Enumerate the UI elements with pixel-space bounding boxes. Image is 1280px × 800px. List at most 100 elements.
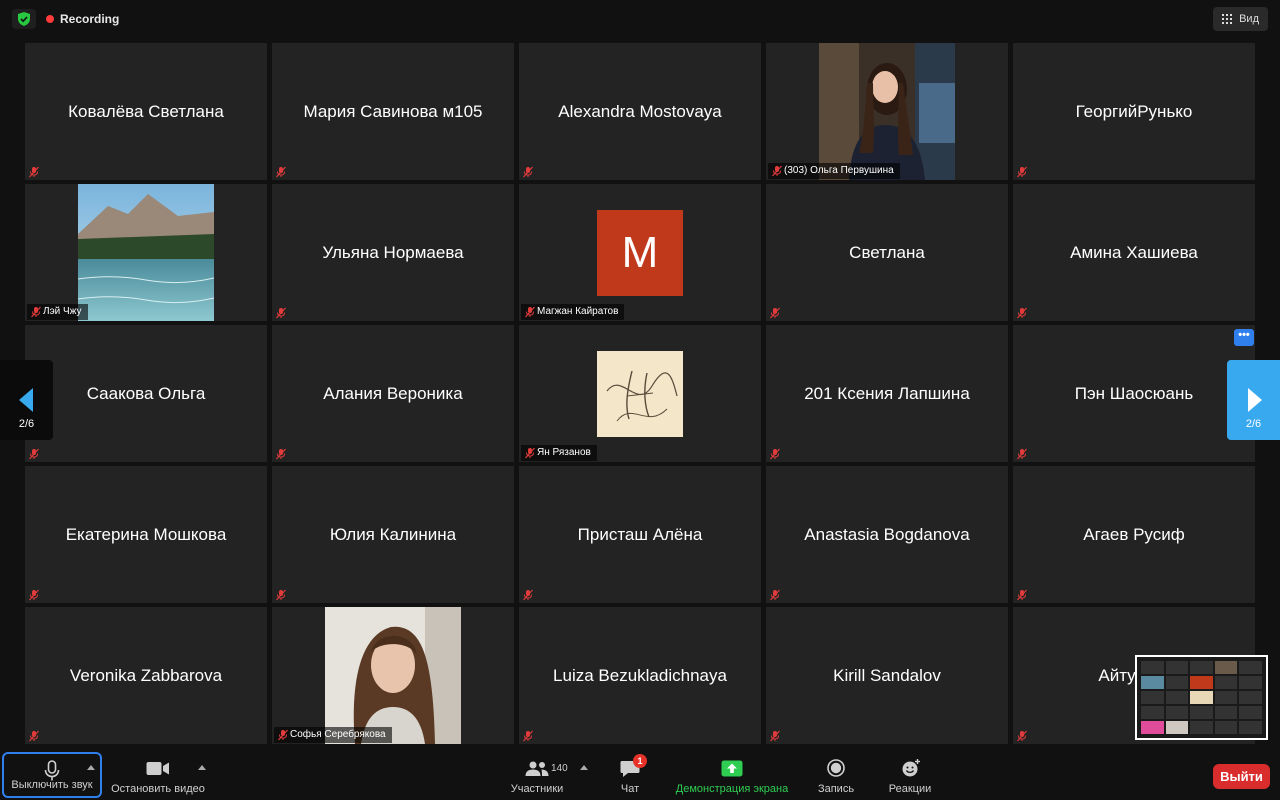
muted-mic-icon [522, 588, 534, 601]
thumbnail-tile [1141, 691, 1164, 704]
participants-options-chevron-up-icon[interactable] [580, 765, 588, 770]
thumbnail-tile [1239, 676, 1262, 689]
participant-tile[interactable]: Ян Рязанов [519, 325, 761, 462]
share-screen-label: Демонстрация экрана [675, 783, 789, 795]
leave-meeting-button[interactable]: Выйти [1213, 764, 1270, 789]
thumbnail-tile [1165, 721, 1189, 734]
participant-tile[interactable]: Veronika Zabbarova [25, 607, 267, 744]
participant-name: Светлана [849, 242, 925, 262]
thumbnail-tile [1165, 661, 1189, 674]
record-button[interactable]: Запись [808, 752, 864, 800]
participants-button[interactable]: Участники [503, 752, 571, 800]
thumbnail-tile [1190, 676, 1213, 689]
previous-page-button[interactable]: 2/6 [0, 360, 53, 440]
muted-mic-icon [30, 306, 42, 318]
participant-name: Ульяна Нормаева [322, 242, 464, 262]
participant-name: Лэй Чжу [43, 306, 82, 317]
participant-tile[interactable]: Амина Хашиева [1013, 184, 1255, 321]
share-screen-button[interactable]: Демонстрация экрана [668, 752, 796, 800]
participants-icon [525, 761, 549, 776]
participant-tile[interactable]: Мария Савинова м105 [272, 43, 514, 180]
participant-name-label: Магжан Кайратов [521, 304, 625, 320]
chat-label: Чат [620, 783, 640, 795]
muted-mic-icon [769, 447, 781, 460]
view-label: Вид [1239, 13, 1259, 25]
participant-tile[interactable]: Алания Вероника [272, 325, 514, 462]
participant-name-label: Лэй Чжу [27, 304, 88, 320]
participant-name: Veronika Zabbarova [69, 665, 223, 685]
view-button[interactable]: Вид [1213, 7, 1268, 31]
participant-name: (303) Ольга Первушина [784, 165, 894, 176]
reactions-button[interactable]: Реакции [880, 752, 940, 800]
participant-tile[interactable]: Екатерина Мошкова [25, 466, 267, 603]
gallery-thumbnail[interactable] [1135, 655, 1268, 740]
participant-name: Агаев Русиф [1083, 524, 1185, 544]
microphone-icon [44, 760, 60, 781]
participant-name: 201 Ксения Лапшина [804, 383, 970, 403]
participant-tile[interactable]: Лэй Чжу [25, 184, 267, 321]
video-options-chevron-up-icon[interactable] [198, 765, 206, 770]
participant-tile[interactable]: Юлия Калинина [272, 466, 514, 603]
participant-tile[interactable]: M Магжан Кайратов [519, 184, 761, 321]
recording-dot-icon [46, 15, 54, 23]
audio-options-chevron-up-icon[interactable] [87, 765, 95, 770]
participant-tile[interactable]: Ульяна Нормаева [272, 184, 514, 321]
participant-name: ГеоргийРунько [1075, 101, 1193, 121]
participant-tile[interactable]: (303) Ольга Первушина [766, 43, 1008, 180]
participant-tile[interactable]: Anastasia Bogdanova [766, 466, 1008, 603]
reactions-label: Реакции [888, 783, 932, 795]
participant-tile[interactable]: Ковалёва Светлана [25, 43, 267, 180]
participant-tile[interactable]: Luiza Bezukladichnaya [519, 607, 761, 744]
thumbnail-tile [1165, 706, 1189, 719]
muted-mic-icon [28, 165, 40, 178]
muted-mic-icon [28, 588, 40, 601]
thumbnail-tile [1141, 676, 1164, 689]
participant-tile[interactable]: Софья Серебрякова [272, 607, 514, 744]
participant-name: Алания Вероника [323, 383, 463, 403]
muted-mic-icon [1016, 306, 1028, 319]
muted-mic-icon [1016, 588, 1028, 601]
mute-button[interactable]: Выключить звук [2, 752, 102, 798]
participant-video [325, 607, 461, 744]
muted-mic-icon [275, 306, 287, 319]
participant-grid: Ковалёва Светлана Мария Савинова м105 Alex… [25, 43, 1256, 746]
participant-name: Магжан Кайратов [537, 306, 619, 317]
thumbnail-tile [1214, 661, 1238, 674]
thumbnail-tile [1190, 706, 1213, 719]
thumbnail-tile [1214, 676, 1238, 689]
stop-video-button[interactable]: Остановить видео [108, 752, 208, 800]
participant-video [78, 184, 214, 321]
grid-view-icon [1222, 14, 1233, 24]
record-icon [827, 759, 845, 777]
participant-name: Софья Серебрякова [290, 729, 386, 740]
participant-tile[interactable]: Светлана [766, 184, 1008, 321]
muted-mic-icon [771, 165, 783, 177]
participant-tile[interactable]: Саакова Ольга [25, 325, 267, 462]
thumbnail-tile [1165, 676, 1189, 689]
recording-indicator[interactable]: Recording [42, 9, 127, 29]
share-screen-icon [721, 760, 743, 777]
participant-name: Ян Рязанов [537, 447, 591, 458]
participant-tile[interactable]: 201 Ксения Лапшина [766, 325, 1008, 462]
participant-avatar: M [597, 210, 683, 296]
participant-tile[interactable]: ГеоргийРунько [1013, 43, 1255, 180]
participant-tile[interactable]: Alexandra Mostovaya [519, 43, 761, 180]
thumbnail-tile [1190, 721, 1213, 734]
participant-tile[interactable]: Kirill Sandalov [766, 607, 1008, 744]
participant-name-label: Ян Рязанов [521, 445, 597, 461]
muted-mic-icon [28, 447, 40, 460]
next-page-button[interactable]: 2/6 [1227, 360, 1280, 440]
participant-tile[interactable]: Присташ Алёна [519, 466, 761, 603]
record-label: Запись [817, 783, 855, 795]
chat-button[interactable]: 1 Чат [605, 752, 655, 800]
participant-tile[interactable]: Агаев Русиф [1013, 466, 1255, 603]
participant-name: Alexandra Mostovaya [558, 101, 722, 121]
security-shield-icon[interactable] [12, 9, 36, 29]
thumbnail-tile [1141, 661, 1164, 674]
more-options-button[interactable]: ••• [1234, 329, 1254, 346]
participant-name: Anastasia Bogdanova [804, 524, 970, 544]
page-indicator: 2/6 [18, 418, 35, 430]
participant-tile[interactable]: Пэн Шаосюань [1013, 325, 1255, 462]
arrow-right-icon [1248, 388, 1262, 412]
reactions-smiley-icon [902, 759, 920, 777]
